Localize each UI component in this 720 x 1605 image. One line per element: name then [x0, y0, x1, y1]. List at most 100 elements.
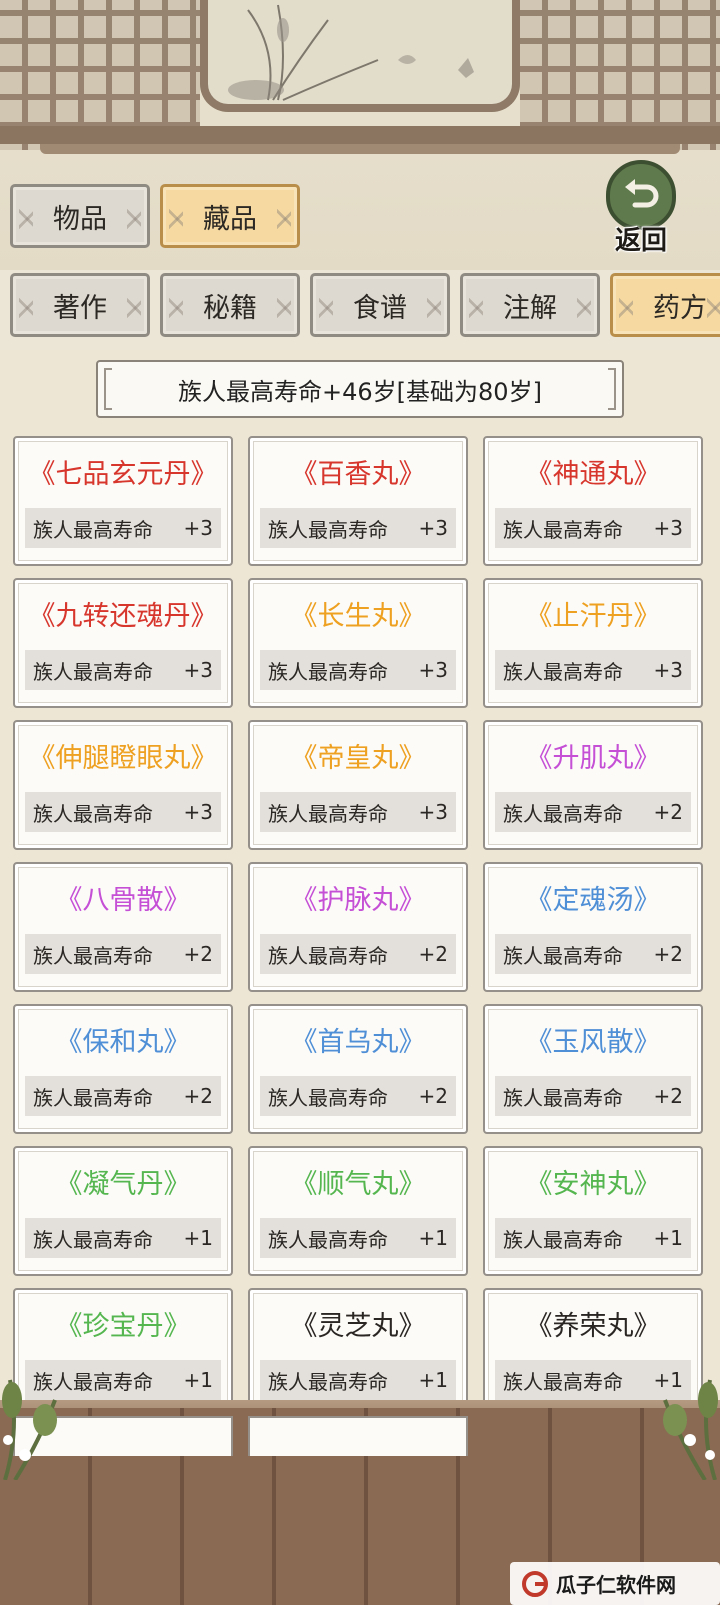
prescription-effect: 族人最高寿命 +1	[495, 1218, 691, 1258]
prescription-effect: 族人最高寿命 +2	[260, 1076, 456, 1116]
effect-value: +1	[418, 1226, 448, 1250]
prescription-name: 《升肌丸》	[525, 743, 661, 774]
partial-card[interactable]	[248, 1416, 468, 1456]
effect-label: 族人最高寿命	[268, 659, 388, 684]
effect-value: +2	[183, 1084, 213, 1108]
prescription-effect: 族人最高寿命 +3	[495, 508, 691, 548]
prescription-card[interactable]: 《顺气丸》 族人最高寿命 +1	[248, 1146, 468, 1276]
wooden-beam-trim	[40, 144, 680, 154]
prescription-card[interactable]: 《玉风散》族人最高寿命 +2	[483, 1004, 703, 1134]
prescription-effect: 族人最高寿命 +3	[25, 508, 221, 548]
lifespan-summary-text: 族人最高寿命+46岁[基础为80岁]	[178, 377, 542, 406]
prescription-name: 《护脉丸》	[290, 885, 426, 916]
prescription-effect: 族人最高寿命 +3	[260, 792, 456, 832]
prescription-effect: 族人最高寿命 +3	[260, 508, 456, 548]
back-button-label: 返回	[614, 226, 667, 256]
prescription-effect: 族人最高寿命 +2	[260, 934, 456, 974]
effect-value: +3	[418, 800, 448, 824]
effect-label: 族人最高寿命	[503, 801, 623, 826]
effect-label: 族人最高寿命	[268, 517, 388, 542]
effect-label: 族人最高寿命	[268, 943, 388, 968]
prescription-effect: 族人最高寿命 +1	[260, 1360, 456, 1400]
tab-recipes-label: 食谱	[353, 292, 407, 324]
prescription-effect: 族人最高寿命 +3	[25, 792, 221, 832]
effect-value: +3	[653, 658, 683, 682]
prescription-effect: 族人最高寿命 +2	[495, 1076, 691, 1116]
effect-label: 族人最高寿命	[33, 801, 153, 826]
effect-label: 族人最高寿命	[503, 943, 623, 968]
effect-label: 族人最高寿命	[33, 659, 153, 684]
prescription-name: 《首乌丸》	[290, 1027, 426, 1058]
effect-value: +2	[653, 800, 683, 824]
prescription-name: 《定魂汤》	[525, 885, 661, 916]
prescription-card[interactable]: 《神通丸》 族人最高寿命 +3	[483, 436, 703, 566]
prescription-card[interactable]: 《帝皇丸》 族人最高寿命 +3	[248, 720, 468, 850]
effect-value: +3	[653, 516, 683, 540]
prescription-card[interactable]: 《止汗丹》 族人最高寿命 +3	[483, 578, 703, 708]
effect-label: 族人最高寿命	[33, 517, 153, 542]
prescription-card[interactable]: 《伸腿瞪眼丸》族人最高寿命 +3	[13, 720, 233, 850]
tab-annotations-label: 注解	[503, 292, 557, 324]
effect-label: 族人最高寿命	[268, 1227, 388, 1252]
prescription-name: 《玉风散》	[525, 1027, 661, 1058]
effect-value: +3	[183, 516, 213, 540]
prescription-card[interactable]: 《长生丸》 族人最高寿命 +3	[248, 578, 468, 708]
effect-label: 族人最高寿命	[503, 1227, 623, 1252]
tab-writings-label: 著作	[53, 292, 107, 324]
prescription-card[interactable]: 《定魂汤》 族人最高寿命 +2	[483, 862, 703, 992]
prescription-name: 《止汗丹》	[525, 601, 661, 632]
prescription-card[interactable]: 《保和丸》 族人最高寿命 +2	[13, 1004, 233, 1134]
effect-value: +1	[653, 1226, 683, 1250]
prescription-name: 《凝气丹》	[55, 1169, 191, 1200]
tab-secret-manuals-label: 秘籍	[203, 292, 257, 324]
prescription-card[interactable]: 《安神丸》族人最高寿命 +1	[483, 1146, 703, 1276]
tab-secret-manuals[interactable]: 秘籍	[160, 273, 300, 337]
prescription-name: 《七品玄元丹》	[28, 459, 218, 490]
tab-collection[interactable]: 藏品	[160, 184, 300, 248]
effect-value: +3	[183, 658, 213, 682]
orchid-painting	[200, 0, 520, 112]
tab-annotations[interactable]: 注解	[460, 273, 600, 337]
prescription-card[interactable]: 《八骨散》 族人最高寿命 +2	[13, 862, 233, 992]
tab-recipes[interactable]: 食谱	[310, 273, 450, 337]
effect-label: 族人最高寿命	[33, 943, 153, 968]
prescription-name: 《百香丸》	[290, 459, 426, 490]
prescription-card[interactable]: 《凝气丹》族人最高寿命 +1	[13, 1146, 233, 1276]
effect-value: +1	[183, 1368, 213, 1392]
effect-value: +1	[183, 1226, 213, 1250]
effect-label: 族人最高寿命	[268, 801, 388, 826]
effect-value: +1	[418, 1368, 448, 1392]
prescription-card[interactable]: 《首乌丸》族人最高寿命 +2	[248, 1004, 468, 1134]
back-button[interactable]: 返回	[598, 160, 684, 256]
prescription-effect: 族人最高寿命 +1	[25, 1218, 221, 1258]
prescription-name: 《伸腿瞪眼丸》	[28, 743, 218, 774]
tab-items-label: 物品	[53, 203, 107, 235]
effect-label: 族人最高寿命	[503, 517, 623, 542]
prescription-card[interactable]: 《护脉丸》族人最高寿命 +2	[248, 862, 468, 992]
prescription-card[interactable]: 《九转还魂丹》族人最高寿命 +3	[13, 578, 233, 708]
tab-writings[interactable]: 著作	[10, 273, 150, 337]
prescription-effect: 族人最高寿命 +3	[25, 650, 221, 690]
prescription-name: 《九转还魂丹》	[28, 601, 218, 632]
effect-label: 族人最高寿命	[503, 1369, 623, 1394]
effect-label: 族人最高寿命	[33, 1227, 153, 1252]
prescription-card[interactable]: 《七品玄元丹》族人最高寿命 +3	[13, 436, 233, 566]
site-watermark: 瓜子仁软件网	[510, 1562, 720, 1605]
tab-items[interactable]: 物品	[10, 184, 150, 248]
g-logo-icon	[522, 1570, 548, 1597]
prescription-card[interactable]: 《升肌丸》族人最高寿命 +2	[483, 720, 703, 850]
prescription-card[interactable]: 《百香丸》族人最高寿命 +3	[248, 436, 468, 566]
effect-label: 族人最高寿命	[268, 1085, 388, 1110]
prescription-effect: 族人最高寿命 +1	[260, 1218, 456, 1258]
prescription-grid: 《七品玄元丹》 族人最高寿命 +3 《百香丸》 族人最高寿命 +3 《神通丸》 族人最高寿命 +…	[13, 436, 707, 1418]
tab-prescriptions-label: 药方	[653, 292, 707, 324]
effect-label: 族人最高寿命	[268, 1369, 388, 1394]
lifespan-summary: 族人最高寿命+46岁[基础为80岁]	[96, 360, 624, 418]
watermark-text: 瓜子仁软件网	[556, 1573, 676, 1597]
tab-prescriptions[interactable]: 药方	[610, 273, 720, 337]
effect-value: +3	[183, 800, 213, 824]
prescription-name: 《保和丸》	[55, 1027, 191, 1058]
prescription-name: 《安神丸》	[525, 1169, 661, 1200]
prescription-name: 《珍宝丹》	[55, 1311, 191, 1342]
prescription-card[interactable]: 《灵芝丸》 族人最高寿命 +1	[248, 1288, 468, 1418]
